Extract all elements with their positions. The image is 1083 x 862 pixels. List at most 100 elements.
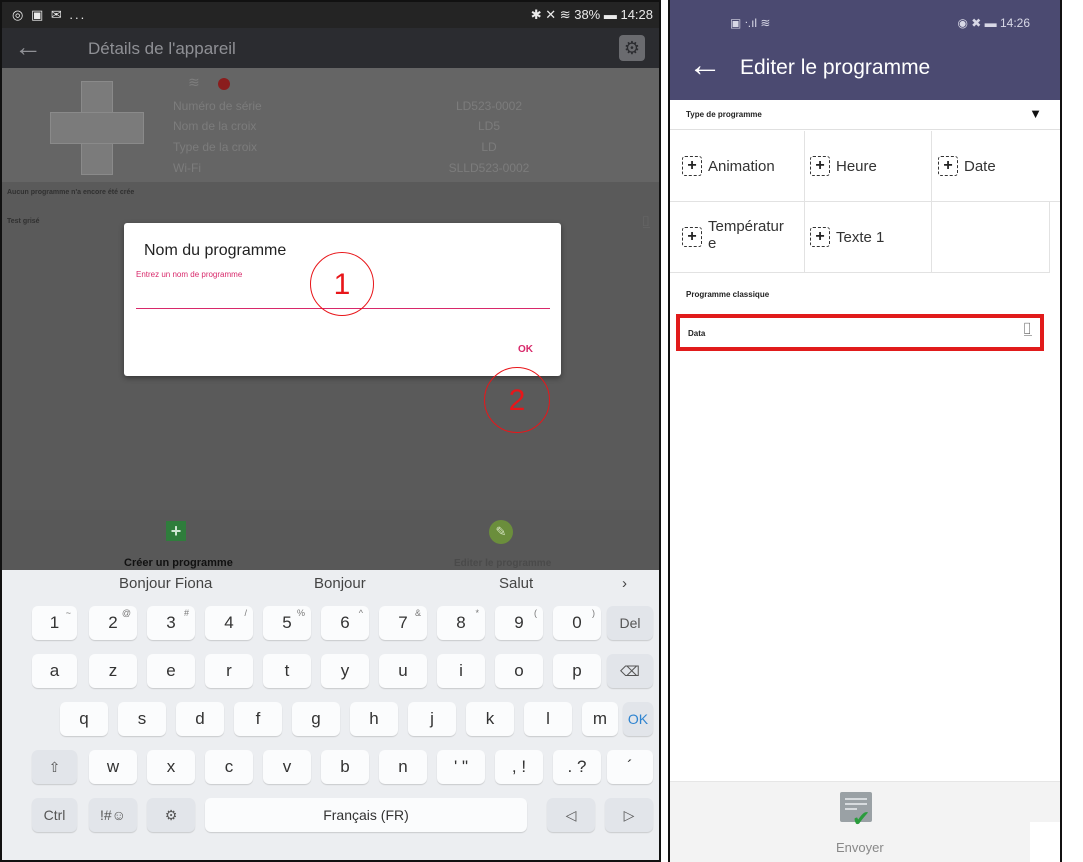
program-type-dropdown[interactable]: Type de programme ▼ [670, 100, 1060, 130]
edit-program-icon[interactable]: ✎ [489, 520, 513, 544]
key-w[interactable]: w [89, 750, 137, 784]
key-q[interactable]: q [60, 702, 108, 736]
dialog-ok-button[interactable]: OK [518, 344, 533, 355]
footer-corner [1030, 822, 1060, 862]
key-ctrl[interactable]: Ctrl [32, 798, 77, 832]
key-z[interactable]: z [89, 654, 137, 688]
key-shift[interactable]: ⇧ [32, 750, 77, 784]
info-label-wifi: Wi-Fi [173, 161, 201, 175]
info-value-name: LD5 [477, 119, 500, 133]
key-7[interactable]: 7 & [379, 606, 427, 640]
key-5[interactable]: 5% [263, 606, 311, 640]
info-label-serial: Numéro de série [173, 99, 262, 113]
key-8[interactable]: 8 * [437, 606, 485, 640]
key-left-arrow[interactable]: ◁ [547, 798, 595, 832]
key-l[interactable]: l [524, 702, 572, 736]
suggestion-2[interactable]: Bonjour [314, 575, 366, 592]
key-comma[interactable]: , ! [495, 750, 543, 784]
key-j[interactable]: j [408, 702, 456, 736]
key-v[interactable]: v [263, 750, 311, 784]
key-t[interactable]: t [263, 654, 311, 688]
key-c[interactable]: c [205, 750, 253, 784]
create-plus-icon[interactable]: + [166, 521, 186, 541]
gear-icon[interactable]: ⚙ [619, 35, 645, 61]
key-h[interactable]: h [350, 702, 398, 736]
grid-label-date: Date [964, 158, 996, 175]
back-arrow-icon[interactable]: ← [14, 31, 42, 63]
page-title: Editer le programme [740, 56, 931, 79]
key-d[interactable]: d [176, 702, 224, 736]
key-n[interactable]: n [379, 750, 427, 784]
key-ok[interactable]: OK [623, 702, 653, 736]
key-9[interactable]: 9( [495, 606, 543, 640]
grid-cell-temperature[interactable]: + Températur e [670, 202, 805, 273]
grid-cell-texte[interactable]: + Texte 1 [805, 202, 932, 273]
suggestion-1[interactable]: Bonjour Fiona [119, 575, 212, 592]
edit-icon[interactable]: ⌷̲ [642, 213, 650, 230]
key-y[interactable]: y [321, 654, 369, 688]
classic-program-label: Programme classique [686, 290, 770, 299]
send-document-icon[interactable]: ✔ [840, 792, 876, 831]
app-bar: ← Détails de l'appareil ⚙ [2, 28, 659, 68]
key-0[interactable]: 0) [553, 606, 601, 640]
suggestion-more[interactable]: › [622, 575, 627, 592]
plus-box-icon: + [810, 227, 830, 247]
key-6[interactable]: 6 ^ [321, 606, 369, 640]
test-program-label[interactable]: Test grisé [7, 218, 40, 225]
key-symbols[interactable]: !#☺ [89, 798, 137, 832]
plus-box-icon: + [682, 156, 702, 176]
key-space[interactable]: Français (FR) [205, 798, 527, 832]
key-quote[interactable]: ' " [437, 750, 485, 784]
grid-cell-animation[interactable]: + Animation [670, 131, 805, 202]
key-p[interactable]: p [553, 654, 601, 688]
suggestion-3[interactable]: Salut [499, 575, 533, 592]
app-bar: ← Editer le programme [670, 40, 1060, 100]
key-i[interactable]: i [437, 654, 485, 688]
back-arrow-icon[interactable]: ← [688, 46, 722, 85]
grid-label-temperature: Températur e [708, 218, 784, 252]
program-item-data[interactable]: Data ⌷̲ [676, 314, 1044, 351]
key-2[interactable]: 2 @ [89, 606, 137, 640]
key-o[interactable]: o [495, 654, 543, 688]
grid-cell-empty [932, 202, 1050, 273]
key-delete[interactable]: Del [607, 606, 653, 640]
key-backspace[interactable]: ⌫ [607, 654, 653, 688]
send-button-label[interactable]: Envoyer [836, 840, 884, 855]
key-a[interactable]: a [32, 654, 77, 688]
grid-cell-heure[interactable]: + Heure [805, 131, 932, 202]
grid-cell-date[interactable]: + Date [932, 131, 1060, 202]
key-e[interactable]: e [147, 654, 195, 688]
edit-icon[interactable]: ⌷̲ [1022, 321, 1032, 339]
callout-1: 1 [310, 252, 374, 316]
key-u[interactable]: u [379, 654, 427, 688]
create-program-label[interactable]: Créer un programme [124, 557, 233, 569]
status-bar: ◎ ▣ ✉ ... ✱ ✕ ≋ 38% ▬ 14:28 [2, 2, 659, 28]
page-title: Détails de l'appareil [88, 39, 236, 58]
footer-bar: ✔ Envoyer [670, 781, 1060, 862]
red-status-dot [218, 78, 230, 90]
key-right-arrow[interactable]: ▷ [605, 798, 653, 832]
key-x[interactable]: x [147, 750, 195, 784]
key-settings-icon[interactable]: ⚙ [147, 798, 195, 832]
grid-label-heure: Heure [836, 158, 877, 175]
plus-box-icon: + [682, 227, 702, 247]
key-b[interactable]: b [321, 750, 369, 784]
key-m[interactable]: m [582, 702, 618, 736]
key-4[interactable]: 4/ [205, 606, 253, 640]
grid-label-animation: Animation [708, 158, 775, 175]
key-s[interactable]: s [118, 702, 166, 736]
key-1[interactable]: 1 ~ [32, 606, 77, 640]
status-left-icons: ▣ ᐧ.ıl ≋ [730, 16, 771, 30]
chevron-down-icon[interactable]: ▼ [1029, 106, 1042, 121]
edit-program-label[interactable]: Editer le programme [454, 558, 551, 569]
program-type-grid: + Animation + Heure + Date + Températur … [670, 131, 1060, 273]
dialog-title: Nom du programme [144, 242, 287, 259]
key-accent[interactable]: ´ [607, 750, 653, 784]
key-period[interactable]: . ? [553, 750, 601, 784]
key-f[interactable]: f [234, 702, 282, 736]
key-g[interactable]: g [292, 702, 340, 736]
key-3[interactable]: 3 # [147, 606, 195, 640]
key-k[interactable]: k [466, 702, 514, 736]
status-bar: ▣ ᐧ.ıl ≋ ◉ ✖ ▬ 14:26 [670, 0, 1060, 40]
key-r[interactable]: r [205, 654, 253, 688]
